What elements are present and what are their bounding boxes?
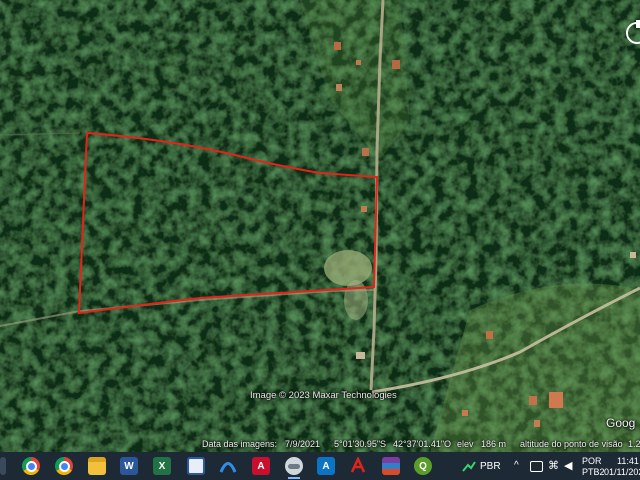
volume-icon[interactable]: ◀ — [564, 459, 572, 472]
acrobat-icon[interactable] — [349, 457, 367, 475]
winrar-icon[interactable] — [382, 457, 400, 475]
satellite-imagery — [0, 0, 640, 452]
file-explorer-icon[interactable] — [88, 457, 106, 475]
show-hidden-icons-chevron-icon[interactable]: ^ — [514, 460, 519, 471]
longitude-readout: 42°37'01.41"O — [393, 439, 452, 449]
language-indicator[interactable]: POR — [582, 456, 602, 466]
clock-time[interactable]: 11:41 — [617, 456, 639, 466]
stock-trend-icon[interactable] — [462, 457, 476, 475]
elevation-readout: 186 m — [481, 439, 507, 449]
battery-icon[interactable] — [530, 461, 543, 472]
clock-date[interactable]: 01/11/202 — [604, 467, 640, 477]
satellite-map-view[interactable]: Image © 2023 Maxar Technologies Goog Dat… — [0, 0, 640, 452]
autocad-alt-icon[interactable]: A — [317, 457, 335, 475]
imagery-date: 7/9/2021 — [285, 439, 321, 449]
chrome-icon[interactable] — [22, 457, 40, 475]
eye-altitude-label: altitude do ponto de visão — [520, 439, 623, 449]
excel-icon[interactable]: X — [153, 457, 171, 475]
map-status-bar: Data das imagens: 7/9/2021 5°01'30.95"S … — [0, 437, 640, 452]
elevation-label: elev — [457, 439, 474, 449]
autocad-icon[interactable]: A — [252, 457, 270, 475]
keyboard-layout-indicator[interactable]: PTB2 — [582, 467, 605, 477]
imagery-date-label: Data das imagens: — [202, 439, 278, 449]
latitude-readout: 5°01'30.95"S — [334, 439, 387, 449]
start-button-edge[interactable] — [0, 457, 6, 475]
imagery-credit: Image © 2023 Maxar Technologies — [250, 390, 397, 401]
qgis-icon[interactable]: Q — [414, 457, 432, 475]
photos-icon[interactable] — [187, 457, 205, 475]
google-logo: Goog — [606, 416, 636, 430]
google-earth-icon[interactable] — [285, 457, 303, 479]
chrome-profile-icon[interactable] — [55, 457, 73, 475]
remote-access-icon[interactable] — [219, 457, 237, 475]
stock-ticker[interactable]: PBR — [480, 461, 501, 472]
word-icon[interactable]: W — [120, 457, 138, 475]
windows-taskbar: W X A A Q PBR ^ ⌘ ◀ POR PTB2 11:41 01/11… — [0, 452, 640, 480]
eye-altitude-readout: 1.2 — [628, 439, 640, 449]
network-icon[interactable]: ⌘ — [548, 459, 559, 472]
